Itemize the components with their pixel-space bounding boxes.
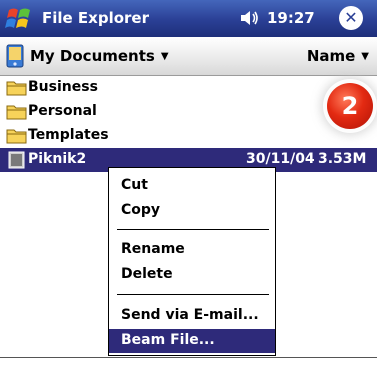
menu-item-cut[interactable]: Cut [109, 174, 275, 198]
sort-dropdown-label: Name [306, 47, 356, 65]
menu-item-copy[interactable]: Copy [109, 199, 275, 223]
divider [0, 357, 377, 358]
item-name: Piknik2 [28, 151, 87, 167]
list-item[interactable]: Templates [0, 124, 377, 148]
context-menu: Cut Copy Rename Delete Send via E-mail..… [108, 167, 276, 356]
step-badge: 2 [327, 83, 373, 129]
folder-icon [6, 129, 27, 144]
folder-icon [6, 105, 27, 120]
menu-item-rename[interactable]: Rename [109, 238, 275, 262]
close-icon: ✕ [344, 8, 358, 27]
item-date: 30/11/04 [246, 151, 315, 167]
item-name: Business [28, 79, 98, 95]
sort-dropdown[interactable]: Name ▼ [307, 47, 369, 65]
device-icon [6, 44, 24, 68]
title-bar: File Explorer 19:27 ✕ [0, 0, 377, 37]
list-item[interactable]: Business [0, 76, 377, 100]
folder-toolbar: My Documents ▼ Name ▼ [0, 37, 377, 76]
close-button[interactable]: ✕ [339, 6, 363, 30]
step-number: 2 [341, 92, 359, 120]
windows-flag-icon[interactable] [5, 4, 35, 32]
menu-item-send-email[interactable]: Send via E-mail... [109, 304, 275, 328]
file-list: Business Personal Templates Piknik2 30/1… [0, 76, 377, 172]
folder-dropdown[interactable]: My Documents ▼ [30, 47, 169, 65]
menu-item-delete[interactable]: Delete [109, 263, 275, 287]
list-item[interactable]: Personal [0, 100, 377, 124]
image-file-icon [8, 151, 25, 169]
clock-time[interactable]: 19:27 [267, 9, 315, 27]
item-name: Personal [28, 103, 97, 119]
app-title: File Explorer [42, 9, 149, 27]
item-name: Templates [28, 127, 109, 143]
item-size: 3.53M [318, 151, 367, 167]
menu-item-beam-file[interactable]: Beam File... [109, 329, 275, 353]
folder-icon [6, 81, 27, 96]
chevron-down-icon: ▼ [160, 51, 169, 62]
menu-separator [117, 229, 269, 230]
chevron-down-icon: ▼ [361, 51, 369, 62]
menu-separator [117, 294, 269, 295]
folder-dropdown-label: My Documents [30, 47, 155, 65]
speaker-icon[interactable] [240, 9, 260, 27]
